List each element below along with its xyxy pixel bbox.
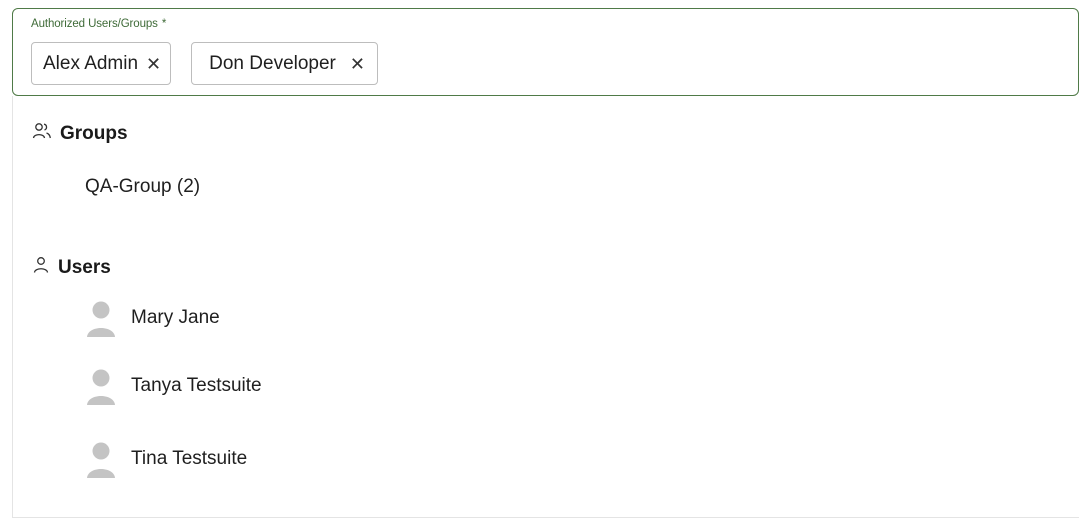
avatar-placeholder-icon xyxy=(85,367,117,405)
avatar-placeholder-icon xyxy=(85,440,117,478)
user-item-tanya-testsuite[interactable]: Tanya Testsuite xyxy=(85,367,262,405)
users-heading: Users xyxy=(58,257,111,278)
close-icon[interactable]: ✕ xyxy=(146,55,161,73)
authorized-users-picker: Authorized Users/Groups * Alex Admin ✕ Do… xyxy=(0,0,1079,518)
selected-chips: Alex Admin ✕ Don Developer ✕ xyxy=(31,42,378,85)
groups-heading: Groups xyxy=(60,123,128,144)
chip-alex-admin[interactable]: Alex Admin ✕ xyxy=(31,42,172,85)
avatar-placeholder-icon xyxy=(85,299,117,337)
field-label: Authorized Users/Groups * xyxy=(31,18,166,30)
chip-label: Don Developer xyxy=(209,52,336,74)
chip-label: Alex Admin xyxy=(43,52,139,74)
groups-section-header: Groups xyxy=(32,122,128,146)
chip-don-developer[interactable]: Don Developer ✕ xyxy=(191,42,378,85)
user-item-mary-jane[interactable]: Mary Jane xyxy=(85,299,220,337)
users-group-icon xyxy=(32,122,60,146)
users-section-header: Users xyxy=(32,256,111,280)
user-item-tina-testsuite[interactable]: Tina Testsuite xyxy=(85,440,247,478)
group-item-qa-group[interactable]: QA-Group (2) xyxy=(85,176,200,198)
user-icon xyxy=(32,256,58,280)
user-name: Tina Testsuite xyxy=(131,448,248,469)
suggestion-dropdown: Groups QA-Group (2) Users Mary Jane Tany… xyxy=(12,96,1079,518)
user-name: Mary Jane xyxy=(131,307,220,328)
authorized-users-field[interactable]: Authorized Users/Groups * Alex Admin ✕ Do… xyxy=(12,8,1079,96)
close-icon[interactable]: ✕ xyxy=(350,55,365,73)
field-label-text: Authorized Users/Groups xyxy=(31,18,158,30)
required-marker: * xyxy=(161,18,167,30)
user-name: Tanya Testsuite xyxy=(131,375,262,396)
